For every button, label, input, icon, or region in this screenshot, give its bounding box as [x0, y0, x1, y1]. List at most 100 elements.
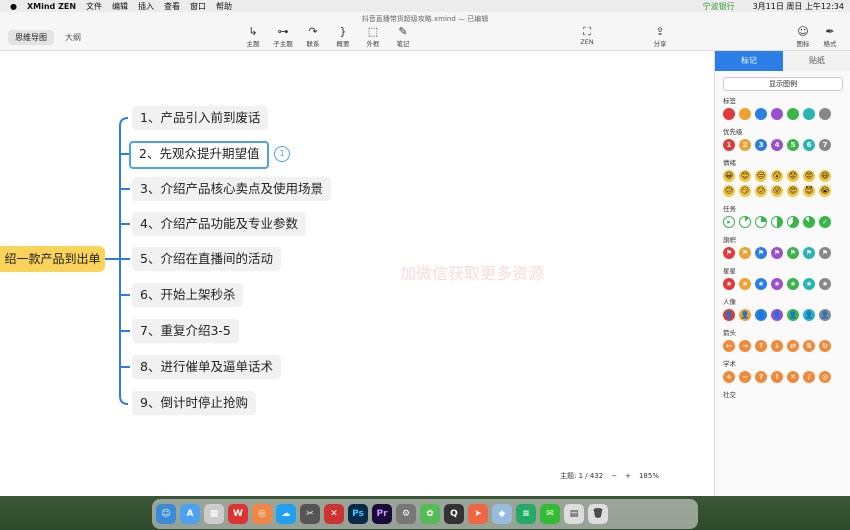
priority-marker[interactable]: 2: [739, 139, 751, 151]
task-progress-icon[interactable]: [739, 216, 751, 228]
app-icon[interactable]: ✿: [420, 504, 440, 524]
branch-topic-3[interactable]: 3、介绍产品核心卖点及使用场景: [132, 177, 331, 201]
tab-markers[interactable]: 标记: [715, 51, 783, 71]
emotion-marker[interactable]: 😮: [771, 170, 783, 182]
settings-icon[interactable]: ⚙: [396, 504, 416, 524]
branch-topic-6[interactable]: 6、开始上架秒杀: [132, 283, 244, 307]
arrow-icon[interactable]: ↓: [771, 340, 783, 352]
arrow-icon[interactable]: ⇅: [803, 340, 815, 352]
app-icon[interactable]: ◆: [492, 504, 512, 524]
priority-marker[interactable]: 5: [787, 139, 799, 151]
emotion-marker[interactable]: 😜: [771, 185, 783, 197]
xmind-icon[interactable]: ✕: [324, 504, 344, 524]
zoom-in-button[interactable]: +: [625, 472, 631, 480]
emotion-marker[interactable]: 😏: [739, 185, 751, 197]
star-icon[interactable]: ★: [771, 278, 783, 290]
priority-marker[interactable]: 6: [803, 139, 815, 151]
zoom-level[interactable]: 185%: [639, 472, 659, 480]
star-icon[interactable]: ★: [787, 278, 799, 290]
arrow-icon[interactable]: →: [739, 340, 751, 352]
person-icon[interactable]: 👤: [755, 309, 767, 321]
flag-icon[interactable]: ⚑: [723, 247, 735, 259]
priority-marker[interactable]: 7: [819, 139, 831, 151]
priority-marker[interactable]: 4: [771, 139, 783, 151]
tag-color-marker[interactable]: [787, 108, 799, 120]
branch-topic-1[interactable]: 1、产品引入前到废话: [132, 106, 269, 130]
chrome-icon[interactable]: ◎: [252, 504, 272, 524]
branch-topic-4[interactable]: 4、介绍产品功能及专业参数: [132, 212, 306, 236]
trash-icon[interactable]: 🗑: [588, 504, 608, 524]
emotion-marker[interactable]: 😒: [755, 170, 767, 182]
emotion-marker[interactable]: 😕: [755, 185, 767, 197]
arrow-icon[interactable]: ↑: [755, 340, 767, 352]
wechat-icon[interactable]: ✉: [540, 504, 560, 524]
flag-icon[interactable]: ⚑: [739, 247, 751, 259]
task-progress-icon[interactable]: [755, 216, 767, 228]
person-icon[interactable]: 👤: [723, 309, 735, 321]
person-icon[interactable]: 👤: [787, 309, 799, 321]
star-icon[interactable]: ★: [723, 278, 735, 290]
format-panel-button[interactable]: ✒ 格式: [815, 26, 845, 49]
document-icon[interactable]: ▤: [564, 504, 584, 524]
branch-topic-7[interactable]: 7、重复介绍3-5: [132, 319, 239, 343]
emotion-marker[interactable]: 😡: [803, 170, 815, 182]
task-progress-icon[interactable]: [771, 216, 783, 228]
wps-icon[interactable]: W: [228, 504, 248, 524]
academic-icon[interactable]: −: [739, 371, 751, 383]
task-progress-icon[interactable]: [803, 216, 815, 228]
arrow-icon[interactable]: ←: [723, 340, 735, 352]
finder-icon[interactable]: ☺: [156, 504, 176, 524]
person-icon[interactable]: 👤: [803, 309, 815, 321]
task-start-icon[interactable]: ▸: [723, 216, 735, 228]
menubar-clock[interactable]: 3月11日 周日 上午12:34: [753, 1, 844, 12]
branch-topic-2[interactable]: 2、先观众提升期望值: [129, 141, 270, 169]
branch-topic-9[interactable]: 9、倒计时停止抢购: [132, 391, 256, 415]
star-icon[interactable]: ★: [755, 278, 767, 290]
tag-color-marker[interactable]: [755, 108, 767, 120]
task-done-icon[interactable]: ✓: [819, 216, 831, 228]
premiere-icon[interactable]: Pr: [372, 504, 392, 524]
launchpad-icon[interactable]: ▦: [204, 504, 224, 524]
flag-icon[interactable]: ⚑: [755, 247, 767, 259]
icons-panel-button[interactable]: ☺ 图标: [788, 26, 818, 49]
emotion-marker[interactable]: 😭: [819, 185, 831, 197]
cloud-icon[interactable]: ☁: [276, 504, 296, 524]
finalcut-icon[interactable]: ✂: [300, 504, 320, 524]
task-progress-icon[interactable]: [787, 216, 799, 228]
branch-topic-5[interactable]: 5、介绍在直播间的活动: [132, 247, 281, 271]
tag-color-marker[interactable]: [723, 108, 735, 120]
flag-icon[interactable]: ⚑: [819, 247, 831, 259]
appstore-icon[interactable]: A: [180, 504, 200, 524]
app-icon[interactable]: ➤: [468, 504, 488, 524]
priority-marker[interactable]: 1: [723, 139, 735, 151]
tab-stickers[interactable]: 贴纸: [783, 51, 850, 71]
flag-icon[interactable]: ⚑: [771, 247, 783, 259]
arrow-icon[interactable]: ↻: [819, 340, 831, 352]
flag-icon[interactable]: ⚑: [803, 247, 815, 259]
person-icon[interactable]: 👤: [771, 309, 783, 321]
tag-color-marker[interactable]: [819, 108, 831, 120]
academic-icon[interactable]: ✕: [787, 371, 799, 383]
emotion-marker[interactable]: 😆: [819, 170, 831, 182]
emotion-marker[interactable]: 😊: [739, 170, 751, 182]
topic-badge[interactable]: 1: [274, 146, 290, 162]
emotion-marker[interactable]: 😥: [723, 185, 735, 197]
branch-topic-8[interactable]: 8、进行催单及逼单话术: [132, 355, 281, 379]
person-icon[interactable]: 👤: [819, 309, 831, 321]
person-icon[interactable]: 👤: [739, 309, 751, 321]
academic-icon[interactable]: /: [803, 371, 815, 383]
star-icon[interactable]: ★: [819, 278, 831, 290]
priority-marker[interactable]: 3: [755, 139, 767, 151]
emotion-marker[interactable]: 😟: [787, 170, 799, 182]
qq-icon[interactable]: Q: [444, 504, 464, 524]
app-icon[interactable]: ≡: [516, 504, 536, 524]
emotion-marker[interactable]: 😈: [803, 185, 815, 197]
star-icon[interactable]: ★: [739, 278, 751, 290]
academic-icon[interactable]: +: [723, 371, 735, 383]
academic-icon[interactable]: !: [771, 371, 783, 383]
emotion-marker[interactable]: 😍: [787, 185, 799, 197]
root-topic[interactable]: 绍一款产品到出单: [0, 246, 105, 272]
zoom-out-button[interactable]: −: [611, 472, 617, 480]
tag-color-marker[interactable]: [803, 108, 815, 120]
star-icon[interactable]: ★: [803, 278, 815, 290]
